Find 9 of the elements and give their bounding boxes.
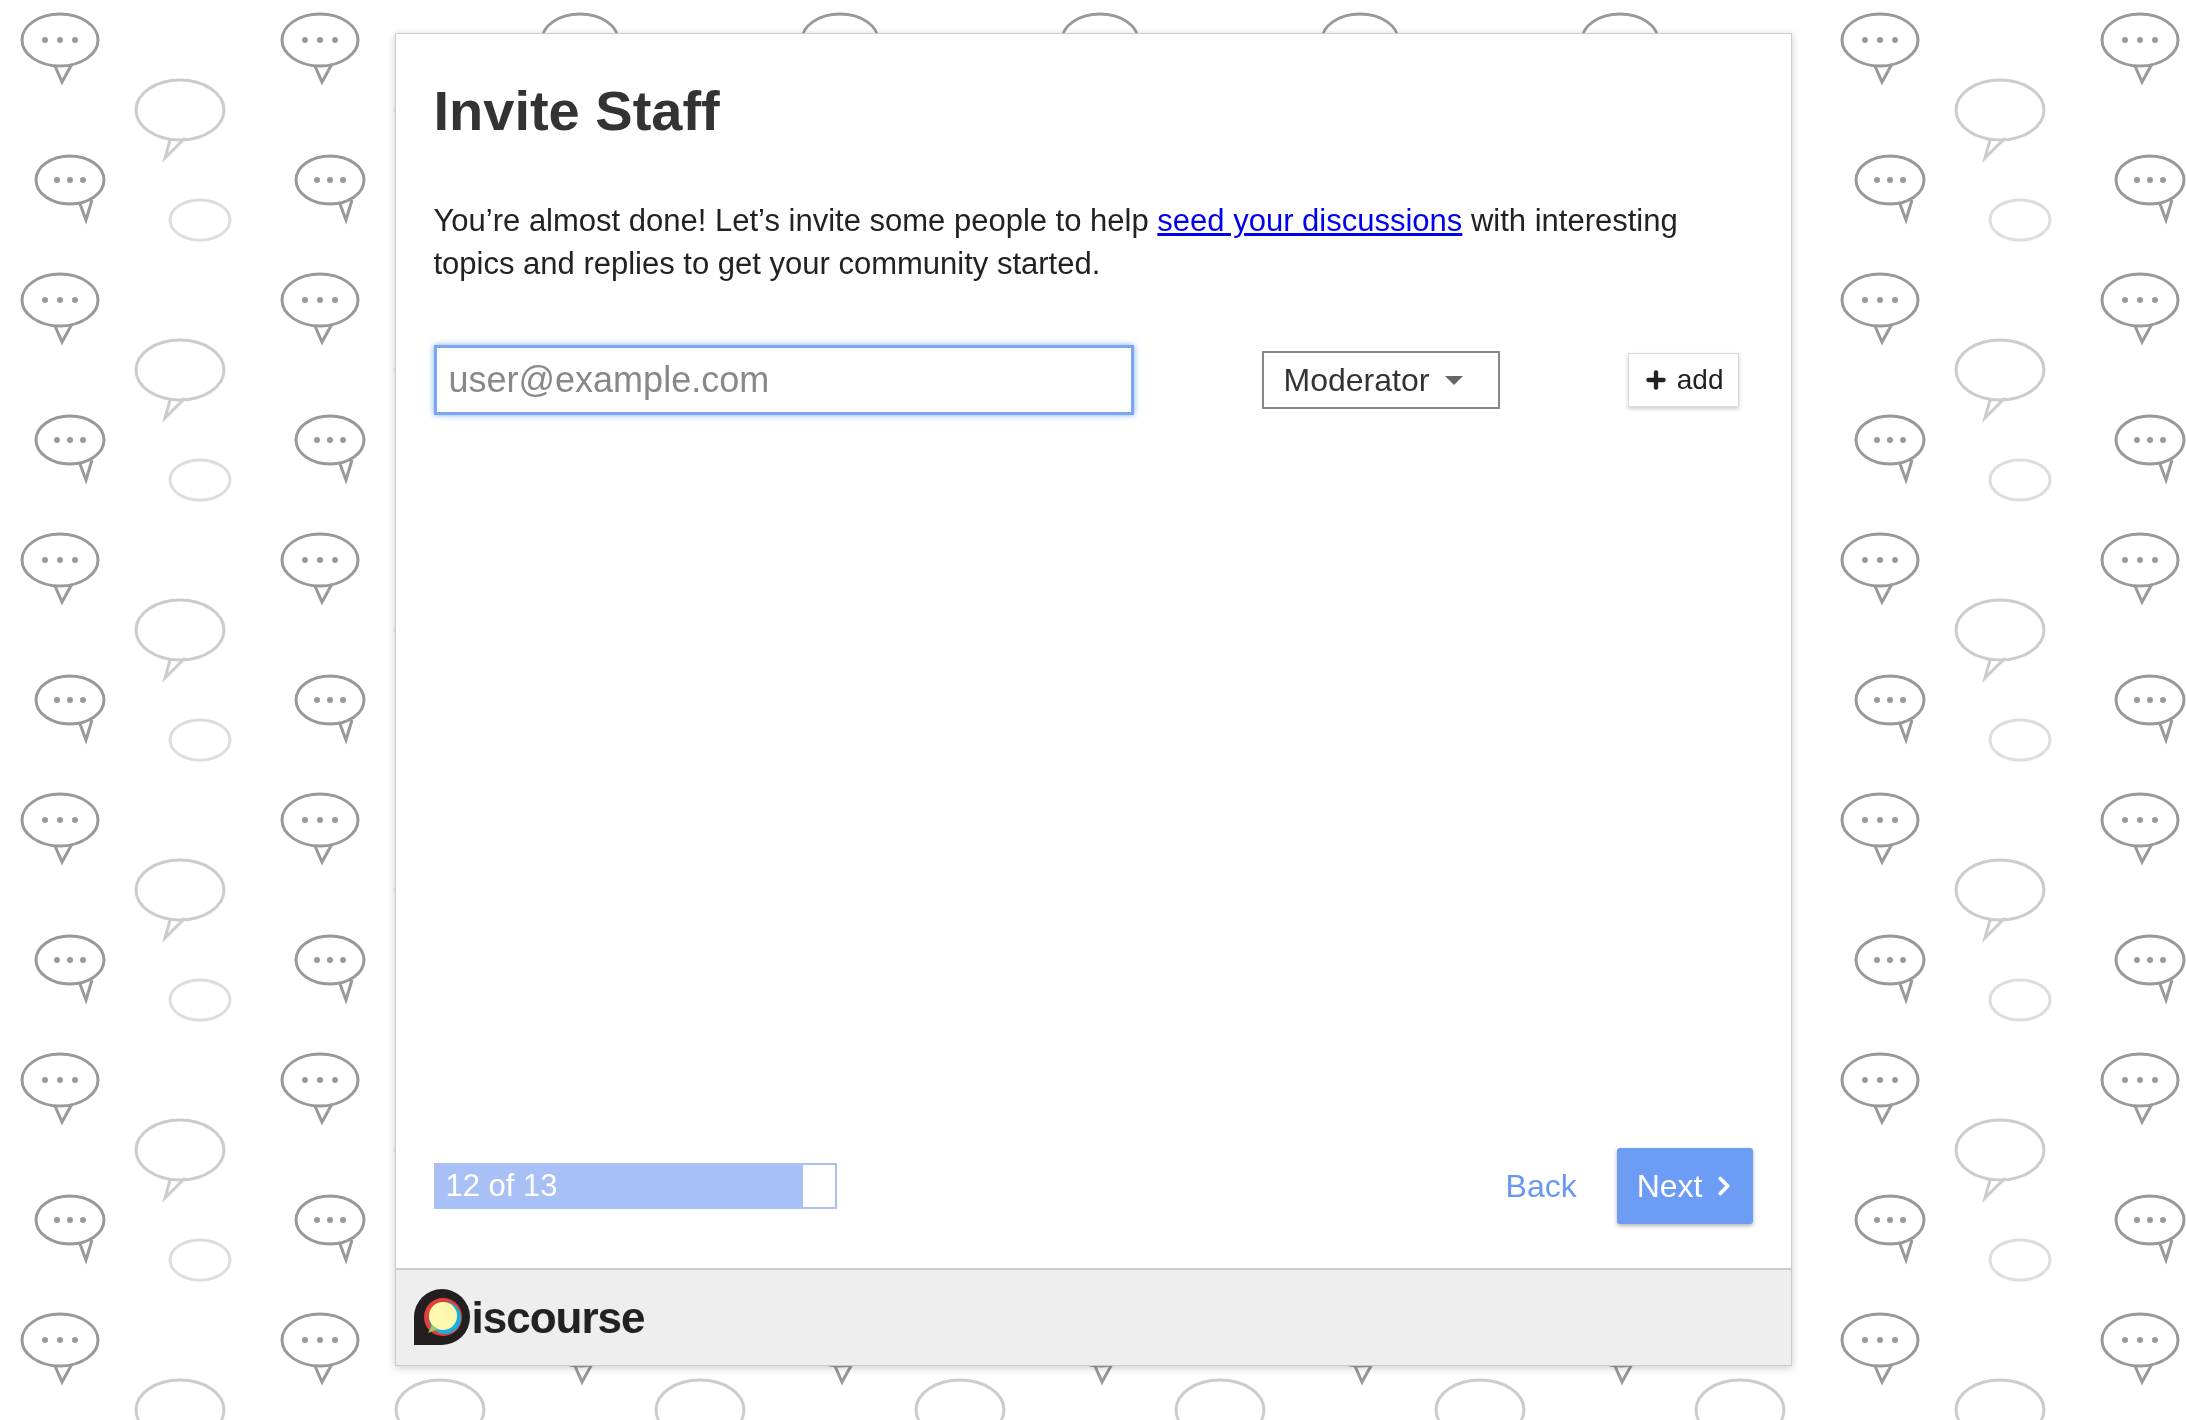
seed-discussions-link[interactable]: seed your discussions: [1157, 203, 1463, 238]
add-button[interactable]: add: [1627, 353, 1739, 407]
role-dropdown[interactable]: Moderator: [1261, 351, 1500, 409]
logo-text: iscourse: [471, 1292, 645, 1343]
page-title: Invite Staff: [433, 78, 721, 143]
progress-label: 12 of 13: [444, 1168, 558, 1203]
caret-icon: [1445, 375, 1464, 385]
email-input[interactable]: user@example.com: [433, 345, 1134, 415]
intro-text: You’re almost done! Let’s invite some people to help seed your discussions with interesting topics and replies to get your community started.: [433, 202, 1679, 283]
